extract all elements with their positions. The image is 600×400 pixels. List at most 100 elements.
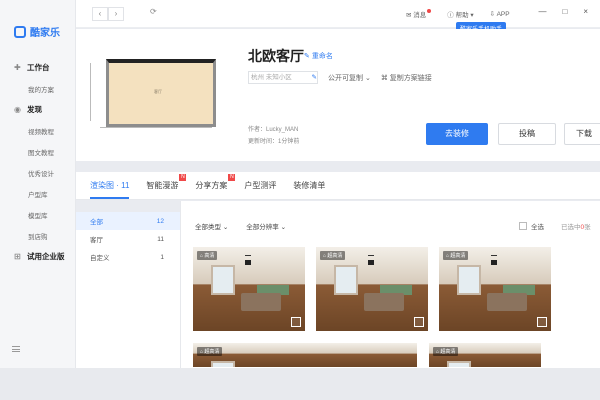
quality-tag: ⌂ 超高清 — [320, 251, 346, 260]
tab-renovation-list[interactable]: 装修清单 — [293, 180, 325, 191]
edit-icon: ✎ — [304, 53, 310, 60]
rename-label: 重命名 — [311, 53, 333, 60]
tab-label: 智能漫游 — [146, 181, 179, 190]
quality-tag: ⌂ 高清 — [197, 251, 218, 260]
sidebar-item-workbench[interactable]: ✚ 工作台 — [0, 57, 75, 78]
select-checkbox-icon[interactable] — [291, 317, 301, 327]
download-button[interactable]: 下载 — [564, 123, 600, 145]
type-filter-select[interactable]: 全部类型 ⌄ — [195, 221, 228, 231]
tab-smart-roaming[interactable]: 智能漫游 N — [146, 174, 187, 191]
rename-link[interactable]: ✎ 重命名 — [304, 51, 333, 61]
new-badge: N — [228, 174, 236, 181]
quality-label: 超高清 — [204, 349, 220, 355]
sidebar-item-label: 发现 — [27, 105, 42, 114]
lamp-icon — [245, 255, 251, 265]
app-name: 酷家乐 — [30, 28, 60, 39]
new-badge: N — [179, 174, 187, 181]
sidebar-item-floorplan-library[interactable]: 户型库 — [0, 183, 75, 204]
lamp-icon — [368, 255, 374, 265]
resolution-filter-select[interactable]: 全部分辨率 ⌄ — [246, 221, 286, 231]
sidebar-item-store-buy[interactable]: 到店购 — [0, 225, 75, 246]
chevron-down-icon: ⌄ — [222, 224, 229, 231]
sidebar-item-model-library[interactable]: 模型库 — [0, 204, 75, 225]
history-nav: ‹ › — [92, 7, 124, 21]
city-input[interactable]: 杭州 未知小区 ✎ — [248, 71, 318, 84]
sidebar-item-discover[interactable]: ◉ 发现 — [0, 99, 75, 120]
topbar: ‹ › ⟳ ✉ 消息 ⓘ 帮助 ▾ ⇩ APP — □ × 酷家乐手机助手 — [76, 0, 600, 35]
resolution-filter-label: 全部分辨率 — [246, 224, 279, 231]
content-tabs: 渲染图 · 11 智能漫游 N 分享方案 N 户型测评 装修清单 — [76, 172, 600, 200]
update-time: 更新时间：1分钟前 — [248, 139, 300, 145]
city-value: 杭州 未知小区 — [251, 74, 292, 81]
sidebar-item-label: 模型库 — [28, 212, 48, 220]
room-label: 客厅 — [154, 89, 162, 94]
quality-label: 超高清 — [327, 253, 343, 259]
chevron-down-icon: ⌄ — [280, 224, 287, 231]
checkbox-icon — [519, 222, 527, 230]
filter-all[interactable]: 全部 12 — [76, 212, 180, 230]
tab-share-plan[interactable]: 分享方案 N — [195, 174, 236, 191]
sidebar-item-label: 我的方案 — [28, 86, 54, 94]
select-all-checkbox[interactable]: 全选 — [519, 221, 544, 231]
privacy-select[interactable]: 公开可复制 ⌄ — [328, 73, 371, 83]
copy-link-button[interactable]: ⌘ 复制方案链接 — [381, 73, 432, 83]
render-thumbnail[interactable]: ⌂ 超高清 — [316, 247, 428, 331]
submit-button[interactable]: 投稿 — [498, 123, 556, 145]
sidebar-item-label: 试用企业版 — [27, 252, 65, 261]
type-filter-label: 全部类型 — [195, 224, 221, 231]
sidebar-item-label: 到店购 — [28, 233, 48, 241]
notification-dot-icon — [427, 9, 432, 13]
sidebar-item-label: 户型库 — [28, 191, 48, 199]
sidebar-item-graphic-tutorials[interactable]: 图文教程 — [0, 141, 75, 162]
decorate-button[interactable]: 去装修 — [426, 123, 488, 145]
tab-label: 装修清单 — [293, 181, 326, 190]
sidebar-nav: ✚ 工作台 我的方案 ◉ 发现 视频教程 图文教程 优秀设计 户型库 模型库 到店购… — [0, 57, 75, 267]
trial-icon: ⊞ — [14, 251, 21, 261]
sidebar-item-excellent-design[interactable]: 优秀设计 — [0, 162, 75, 183]
forward-button[interactable]: › — [108, 7, 124, 21]
page-title: 北欧客厅 — [248, 48, 304, 64]
back-button[interactable]: ‹ — [92, 7, 108, 21]
tab-renders[interactable]: 渲染图 · 11 — [90, 180, 130, 199]
menu-icon[interactable] — [12, 346, 20, 352]
help-link[interactable]: ⓘ 帮助 ▾ — [447, 9, 473, 19]
sidebar-item-label: 工作台 — [27, 63, 50, 72]
render-thumbnail[interactable]: ⌂ 超高清 — [429, 343, 541, 367]
sidebar-item-video-tutorials[interactable]: 视频教程 — [0, 120, 75, 141]
close-icon[interactable]: × — [583, 7, 588, 16]
app-logo[interactable]: 酷家乐 — [0, 0, 75, 39]
app-link[interactable]: ⇩ APP — [490, 10, 510, 18]
window-controls: — □ × — [538, 7, 588, 16]
top-actions: ✉ 消息 ⓘ 帮助 ▾ ⇩ APP — [406, 9, 510, 19]
sidebar-item-label: 图文教程 — [28, 149, 54, 157]
sidebar-item-my-plans[interactable]: 我的方案 — [0, 78, 75, 99]
filter-label: 客厅 — [90, 237, 103, 244]
sidebar: 酷家乐 ✚ 工作台 我的方案 ◉ 发现 视频教程 图文教程 优秀设计 户型库 模型库… — [0, 0, 76, 368]
quality-tag: ⌂ 超高清 — [433, 347, 459, 356]
quality-label: 超高清 — [440, 349, 456, 355]
sidebar-item-enterprise-trial[interactable]: ⊞ 试用企业版 — [0, 246, 75, 267]
tab-label: 分享方案 — [195, 181, 228, 190]
link-icon: ⌘ — [380, 74, 388, 82]
minimize-icon[interactable]: — — [538, 7, 546, 16]
select-checkbox-icon[interactable] — [537, 317, 547, 327]
messages-label: 消息 — [413, 12, 427, 19]
messages-link[interactable]: ✉ 消息 — [406, 9, 432, 19]
bottom-area — [0, 368, 600, 400]
refresh-icon[interactable]: ⟳ — [150, 7, 157, 16]
render-thumbnail[interactable]: ⌂ 超高清 — [193, 343, 417, 367]
filter-custom[interactable]: 自定义 1 — [76, 248, 180, 266]
render-thumbnail[interactable]: ⌂ 高清 — [193, 247, 305, 331]
select-checkbox-icon[interactable] — [414, 317, 424, 327]
project-header: 客厅 北欧客厅 ✎ 重命名 杭州 未知小区 ✎ 公开可复制 ⌄ ⌘ 复制方案链接 … — [76, 29, 600, 161]
render-thumbnail[interactable]: ⌂ 超高清 — [439, 247, 551, 331]
dimension-line — [100, 127, 212, 128]
maximize-icon[interactable]: □ — [562, 7, 567, 16]
quality-tag: ⌂ 超高清 — [443, 251, 469, 260]
filter-living-room[interactable]: 客厅 11 — [76, 230, 180, 248]
floorplan-thumbnail[interactable]: 客厅 — [90, 53, 224, 135]
filter-count: 11 — [157, 235, 164, 243]
filter-label: 自定义 — [90, 255, 110, 262]
tab-floorplan-review[interactable]: 户型测评 — [244, 180, 276, 191]
selected-count: 已选中0张 — [561, 221, 591, 231]
